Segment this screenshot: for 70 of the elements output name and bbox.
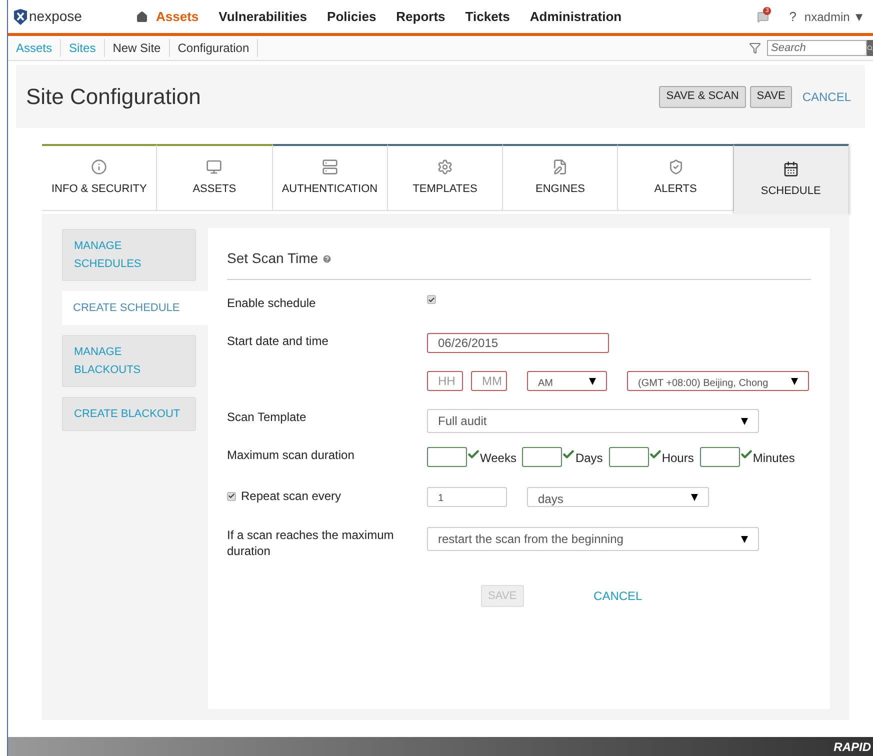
step-icon: [668, 158, 684, 175]
unit-label: Minutes: [752, 450, 795, 467]
duration-field[interactable]: [608, 447, 649, 467]
duration-field[interactable]: [700, 447, 740, 467]
field-label: If a scan reaches the maximum duration: [227, 527, 395, 559]
step-tab[interactable]: ASSETS: [157, 144, 273, 211]
nav-item[interactable]: Policies: [327, 6, 376, 26]
breadcrumb-item: Configuration: [170, 39, 258, 57]
sidebar-item[interactable]: CREATE SCHEDULE: [62, 291, 208, 325]
step-tab[interactable]: INFO & SECURITY: [42, 144, 158, 211]
field-label: Repeat scan every: [241, 488, 342, 505]
dropdown-caret-icon: [741, 418, 748, 424]
interval-field[interactable]: 1: [427, 487, 507, 507]
check-icon: [467, 448, 480, 461]
checkbox[interactable]: [227, 492, 236, 500]
step-icon: [552, 158, 568, 175]
unit-label: Weeks: [480, 450, 516, 467]
search-icon[interactable]: [867, 40, 873, 56]
unit-label: Days: [575, 450, 603, 467]
dropdown-select[interactable]: Full audit: [427, 409, 759, 433]
unit-select[interactable]: days: [527, 487, 709, 507]
check-icon: [562, 448, 576, 461]
step-icon: [206, 158, 222, 175]
step-icon: [782, 160, 799, 177]
checkbox[interactable]: [427, 295, 436, 304]
dropdown-caret-icon: [589, 378, 596, 384]
nav-item[interactable]: Vulnerabilities: [218, 6, 308, 26]
help-link[interactable]: ?: [789, 6, 796, 26]
footer-brand: RAPID: [834, 738, 871, 756]
search-field[interactable]: Search: [767, 40, 867, 56]
dropdown-caret-icon: [791, 378, 798, 384]
step-tab[interactable]: ENGINES: [503, 144, 618, 211]
home-icon[interactable]: [136, 10, 148, 22]
date-field[interactable]: 06/26/2015: [427, 333, 609, 353]
nav-item[interactable]: Assets: [156, 6, 199, 26]
step-tab[interactable]: TEMPLATES: [388, 144, 504, 211]
chat-icon[interactable]: [757, 10, 770, 22]
duration-field[interactable]: [427, 447, 467, 467]
help-icon[interactable]: [322, 254, 332, 264]
duration-field[interactable]: [522, 447, 562, 467]
field-label: Enable schedule: [227, 295, 317, 311]
filter-icon[interactable]: [749, 42, 761, 54]
page-title: Site Configuration: [26, 83, 202, 111]
field-label: Maximum scan duration: [227, 447, 356, 463]
unit-label: Hours: [662, 450, 694, 467]
check-icon: [648, 448, 662, 461]
check-icon: [740, 448, 753, 461]
step-tab[interactable]: ALERTS: [618, 144, 734, 211]
step-icon: [436, 158, 453, 175]
nav-item[interactable]: Tickets: [465, 6, 510, 26]
nav-item[interactable]: Administration: [530, 6, 622, 26]
step-icon: [91, 158, 108, 175]
step-icon: [322, 158, 338, 175]
step-tab[interactable]: AUTHENTICATION: [272, 144, 388, 211]
dropdown-select[interactable]: restart the scan from the beginning: [427, 527, 759, 551]
dropdown-caret-icon: [741, 536, 748, 542]
logo-icon: [14, 8, 27, 24]
step-tab[interactable]: SCHEDULE: [734, 144, 849, 214]
meridiem-select[interactable]: AM: [527, 371, 607, 391]
header-button[interactable]: SAVE & SCAN: [659, 86, 746, 108]
timezone-select[interactable]: (GMT +08:00) Beijing, Chong: [627, 371, 809, 391]
nav-item[interactable]: Reports: [396, 6, 446, 26]
section-title: Set Scan Time: [227, 249, 318, 268]
header-button[interactable]: SAVE: [750, 86, 792, 108]
field-label: Scan Template: [227, 409, 308, 425]
brand-name: nexpose: [29, 7, 82, 26]
user-menu[interactable]: nxadmin ▼: [804, 8, 865, 26]
field-label: Start date and time: [227, 333, 330, 349]
dropdown-caret-icon: [691, 494, 698, 500]
breadcrumb-item: New Site: [104, 39, 170, 57]
